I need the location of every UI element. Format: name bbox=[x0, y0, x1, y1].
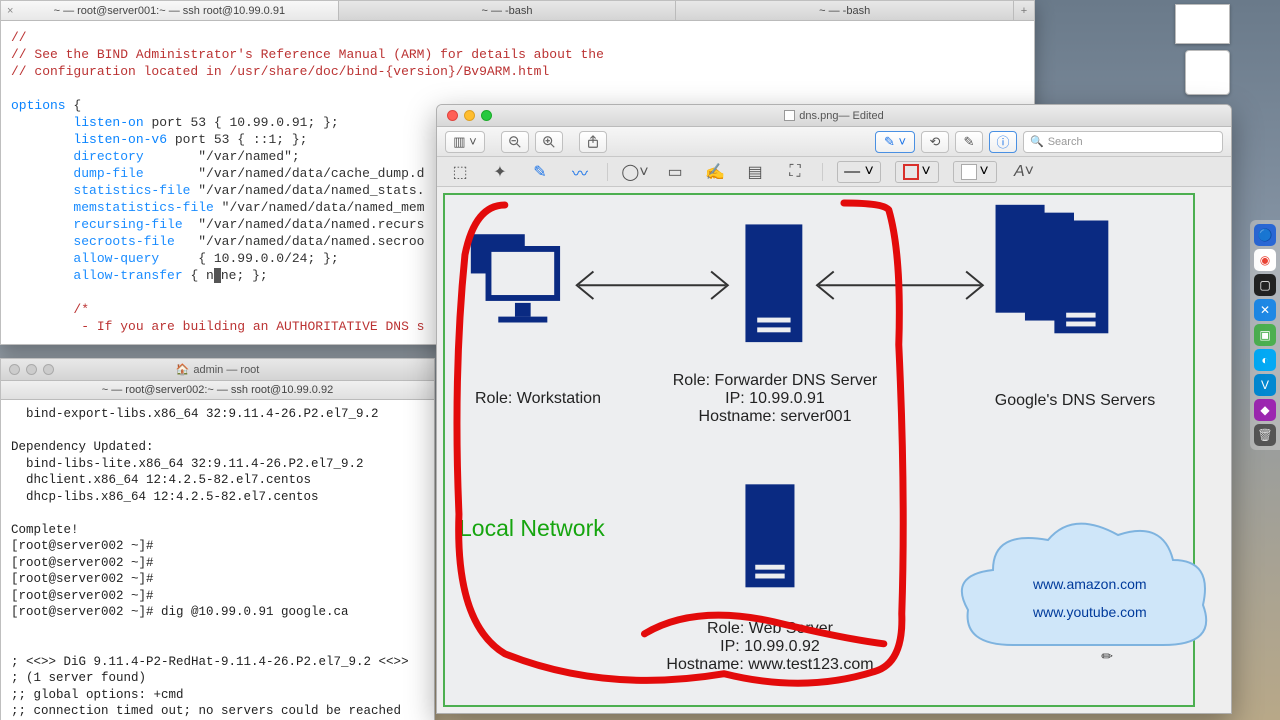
web-server-label: Role: Web Server IP: 10.99.0.92 Hostname… bbox=[640, 620, 900, 674]
dock: 🔵 ◉ ▢ ✕ ▣ ◐ V ◆ 🗑 bbox=[1250, 220, 1280, 450]
line-style-button[interactable]: — ˅ bbox=[837, 161, 881, 183]
preview-titlebar[interactable]: dns.png — Edited bbox=[437, 105, 1231, 127]
window-title: admin — root bbox=[193, 364, 259, 376]
zoom-in-button[interactable] bbox=[535, 131, 563, 153]
color-swatch-red-icon bbox=[903, 164, 919, 180]
info-button[interactable]: ⓘ bbox=[989, 131, 1017, 153]
font-style-button[interactable]: A˅ bbox=[1011, 161, 1037, 183]
preview-toolbar: ▥ ˅ ✎ ˅ ⟲ ✎ ⓘ 🔍 Search bbox=[437, 127, 1231, 157]
tab-label: ~ — root@server001:~ — ssh root@10.99.0.… bbox=[54, 5, 285, 17]
dock-app-icon-2[interactable]: ▣ bbox=[1254, 324, 1276, 346]
zoom-traffic-icon[interactable] bbox=[481, 110, 492, 121]
new-tab-button[interactable]: + bbox=[1014, 1, 1034, 20]
fill-color-button[interactable]: ˅ bbox=[953, 161, 997, 183]
close-traffic-icon[interactable] bbox=[447, 110, 458, 121]
terminal-tab-bash-2[interactable]: ~ — -bash bbox=[676, 1, 1014, 20]
tab-label: ~ — -bash bbox=[481, 5, 532, 17]
pencil-cursor-icon: ✏ bbox=[1101, 648, 1113, 665]
preview-window: dns.png — Edited ▥ ˅ ✎ ˅ ⟲ ✎ ⓘ 🔍 Search ⬚… bbox=[436, 104, 1232, 714]
terminal-tab-ssh[interactable]: × ~ — root@server001:~ — ssh root@10.99.0… bbox=[1, 1, 339, 20]
tab-label: ~ — -bash bbox=[819, 5, 870, 17]
shapes-button[interactable]: ◯˅ bbox=[622, 161, 648, 183]
sign-button[interactable]: ✍ bbox=[702, 161, 728, 183]
dock-app-icon-4[interactable]: ◆ bbox=[1254, 399, 1276, 421]
document-title: dns.png bbox=[799, 110, 838, 122]
text-button[interactable]: ▭ bbox=[662, 161, 688, 183]
minimize-traffic-icon[interactable] bbox=[26, 364, 37, 375]
color-swatch-white-icon bbox=[961, 164, 977, 180]
desktop-file-thumb-2[interactable] bbox=[1185, 50, 1230, 95]
rotate-button[interactable]: ⟲ bbox=[921, 131, 949, 153]
dock-app-icon[interactable]: ✕ bbox=[1254, 299, 1276, 321]
cloud-icon: www.amazon.com www.youtube.com bbox=[953, 515, 1213, 675]
terminal-tab-ssh2[interactable]: ~ — root@server002:~ — ssh root@10.99.0.… bbox=[1, 381, 434, 400]
zoom-out-button[interactable] bbox=[501, 131, 529, 153]
instant-alpha-button[interactable]: ✦ bbox=[487, 161, 513, 183]
markup-button[interactable]: ✎ ˅ bbox=[875, 131, 915, 153]
terminal-content-2[interactable]: bind-export-libs.x86_64 32:9.11.4-26.P2.… bbox=[1, 400, 434, 720]
dock-finder-icon[interactable]: 🔵 bbox=[1254, 224, 1276, 246]
search-placeholder: Search bbox=[1048, 136, 1083, 148]
diagram-area: Role: Workstation Role: Forwarder DNS Se… bbox=[443, 193, 1195, 707]
share-button[interactable] bbox=[579, 131, 607, 153]
doc-icon bbox=[784, 110, 795, 121]
view-mode-button[interactable]: ▥ ˅ bbox=[445, 131, 485, 153]
titlebar[interactable]: 🏠admin — root bbox=[1, 359, 434, 381]
dock-terminal-icon[interactable]: ▢ bbox=[1254, 274, 1276, 296]
terminal-tab-bash-1[interactable]: ~ — -bash bbox=[339, 1, 677, 20]
terminal-tabbar: × ~ — root@server001:~ — ssh root@10.99.0… bbox=[1, 1, 1034, 21]
border-color-button[interactable]: ˅ bbox=[895, 161, 939, 183]
workstation-label: Role: Workstation bbox=[453, 390, 623, 408]
sketch-tool-button[interactable]: ✎ bbox=[527, 161, 553, 183]
minimize-traffic-icon[interactable] bbox=[464, 110, 475, 121]
google-dns-label: Google's DNS Servers bbox=[965, 392, 1185, 410]
search-icon: 🔍 bbox=[1030, 135, 1044, 148]
dock-chrome-icon[interactable]: ◉ bbox=[1254, 249, 1276, 271]
terminal-window-server002: 🏠admin — root ~ — root@server002:~ — ssh… bbox=[0, 358, 435, 720]
local-network-label: Local Network bbox=[459, 515, 605, 542]
markup-toolbar: ⬚ ✦ ✎ 〰 ◯˅ ▭ ✍ ▤ ⛶ — ˅ ˅ ˅ A˅ bbox=[437, 157, 1231, 187]
document-title-suffix: — Edited bbox=[838, 110, 883, 122]
draw-tool-button[interactable]: 〰 bbox=[567, 161, 593, 183]
close-icon[interactable]: × bbox=[7, 5, 13, 17]
desktop-file-thumb[interactable] bbox=[1175, 4, 1230, 44]
dock-app-icon-3[interactable]: ◐ bbox=[1254, 349, 1276, 371]
zoom-traffic-icon[interactable] bbox=[43, 364, 54, 375]
crop-button[interactable]: ⛶ bbox=[782, 161, 808, 183]
close-traffic-icon[interactable] bbox=[9, 364, 20, 375]
note-button[interactable]: ▤ bbox=[742, 161, 768, 183]
forwarder-label: Role: Forwarder DNS Server IP: 10.99.0.9… bbox=[660, 372, 890, 426]
search-input[interactable]: 🔍 Search bbox=[1023, 131, 1223, 153]
cloud-domains: www.amazon.com www.youtube.com bbox=[1033, 570, 1147, 626]
preview-canvas[interactable]: Role: Workstation Role: Forwarder DNS Se… bbox=[437, 187, 1231, 713]
selection-tool-button[interactable]: ⬚ bbox=[447, 161, 473, 183]
dock-virtualbox-icon[interactable]: V bbox=[1254, 374, 1276, 396]
tab-label: ~ — root@server002:~ — ssh root@10.99.0.… bbox=[102, 384, 333, 396]
dock-trash-icon[interactable]: 🗑 bbox=[1254, 424, 1276, 446]
edit-button[interactable]: ✎ bbox=[955, 131, 983, 153]
